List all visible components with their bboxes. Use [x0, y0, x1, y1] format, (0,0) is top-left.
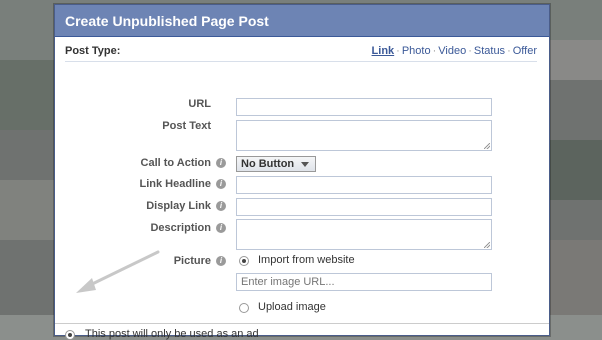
ad-only-radio[interactable]	[65, 330, 75, 340]
url-input[interactable]	[236, 98, 492, 116]
dialog-title: Create Unpublished Page Post	[55, 5, 549, 37]
description-label: Description	[150, 222, 211, 234]
call-to-action-select[interactable]: No Button	[236, 156, 316, 172]
upload-image-label: Upload image	[258, 301, 326, 313]
link-headline-input[interactable]	[236, 176, 492, 194]
post-type-photo[interactable]: Photo	[402, 45, 431, 57]
upload-image-radio[interactable]	[239, 303, 249, 313]
post-type-link[interactable]: Link	[372, 45, 395, 57]
post-type-offer[interactable]: Offer	[513, 45, 537, 57]
divider	[65, 61, 537, 62]
post-type-label: Post Type:	[65, 45, 121, 57]
chevron-down-icon	[301, 162, 309, 167]
image-url-input[interactable]	[236, 273, 492, 291]
link-headline-label: Link Headline	[139, 178, 211, 190]
ad-only-label: This post will only be used as an ad	[85, 328, 259, 340]
call-to-action-label: Call to Action	[140, 157, 211, 169]
resize-grip-icon[interactable]	[484, 242, 490, 248]
description-input[interactable]	[236, 219, 492, 250]
resize-grip-icon[interactable]	[484, 143, 490, 149]
info-icon[interactable]: i	[216, 201, 226, 211]
divider	[55, 323, 549, 324]
call-to-action-value: No Button	[241, 158, 295, 170]
info-icon[interactable]: i	[216, 158, 226, 168]
post-text-label: Post Text	[162, 120, 211, 132]
info-icon[interactable]: i	[216, 179, 226, 189]
post-type-video[interactable]: Video	[438, 45, 466, 57]
info-icon[interactable]: i	[216, 223, 226, 233]
import-from-website-radio[interactable]	[239, 256, 249, 266]
annotation-arrow-icon	[76, 250, 160, 293]
post-type-options: Link · Photo · Video · Status · Offer	[371, 45, 537, 57]
info-icon[interactable]: i	[216, 256, 226, 266]
import-from-website-label: Import from website	[258, 254, 355, 266]
post-type-status[interactable]: Status	[474, 45, 505, 57]
url-label: URL	[188, 98, 211, 110]
post-text-input[interactable]	[236, 120, 492, 151]
display-link-input[interactable]	[236, 198, 492, 216]
display-link-label: Display Link	[146, 200, 211, 212]
